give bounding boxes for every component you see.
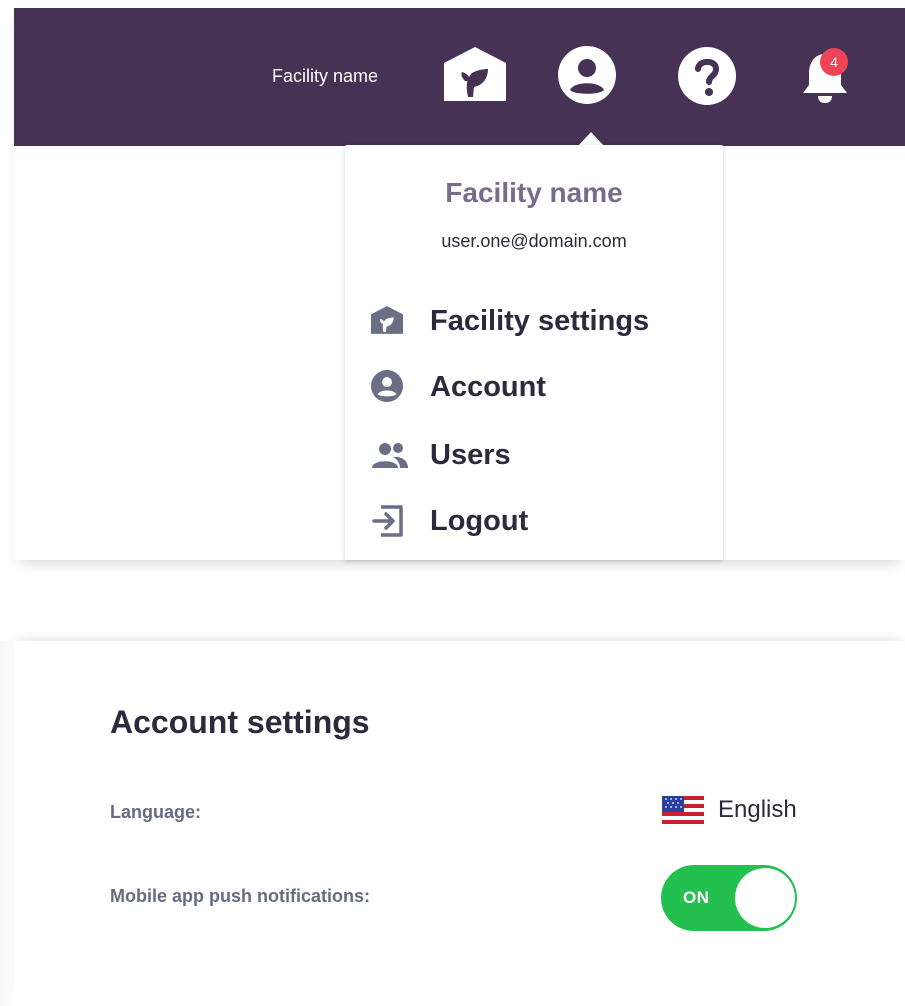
menu-item-label: Facility settings: [430, 305, 650, 337]
settings-card-edge: [0, 641, 14, 1006]
us-flag-icon: [662, 796, 704, 824]
menu-item-users[interactable]: Users: [367, 433, 707, 477]
dropdown-user-email: user.one@domain.com: [441, 231, 627, 251]
toggle-on-text: ON: [683, 888, 710, 907]
push-notifications-label: Mobile app push notifications:: [110, 886, 370, 906]
toggle-knob: [735, 868, 795, 928]
facility-icon: [371, 306, 403, 334]
users-icon: [372, 443, 408, 468]
language-value: English: [718, 796, 797, 823]
header-facility-name: Facility name: [272, 66, 379, 86]
notification-badge: 4: [820, 48, 848, 76]
menu-item-label: Logout: [430, 505, 529, 537]
account-dropdown: Facility name user.one@domain.com Facili…: [345, 145, 723, 560]
menu-item-facility-settings[interactable]: Facility settings: [367, 299, 707, 343]
menu-item-logout[interactable]: Logout: [367, 499, 707, 543]
dropdown-arrow: [578, 132, 604, 146]
account-circle-icon: [371, 370, 403, 402]
language-label: Language:: [110, 802, 202, 822]
menu-item-label: Account: [430, 371, 546, 403]
help-icon[interactable]: [678, 47, 736, 105]
menu-item-account[interactable]: Account: [367, 365, 707, 409]
dropdown-facility-name: Facility name: [445, 177, 623, 208]
top-strip: [14, 0, 905, 8]
menu-item-label: Users: [430, 439, 511, 471]
facility-icon[interactable]: [444, 47, 506, 101]
account-circle-icon[interactable]: [558, 46, 616, 104]
logout-icon: [372, 505, 403, 537]
settings-title: Account settings: [110, 704, 370, 740]
push-notifications-toggle[interactable]: ON: [661, 865, 797, 931]
